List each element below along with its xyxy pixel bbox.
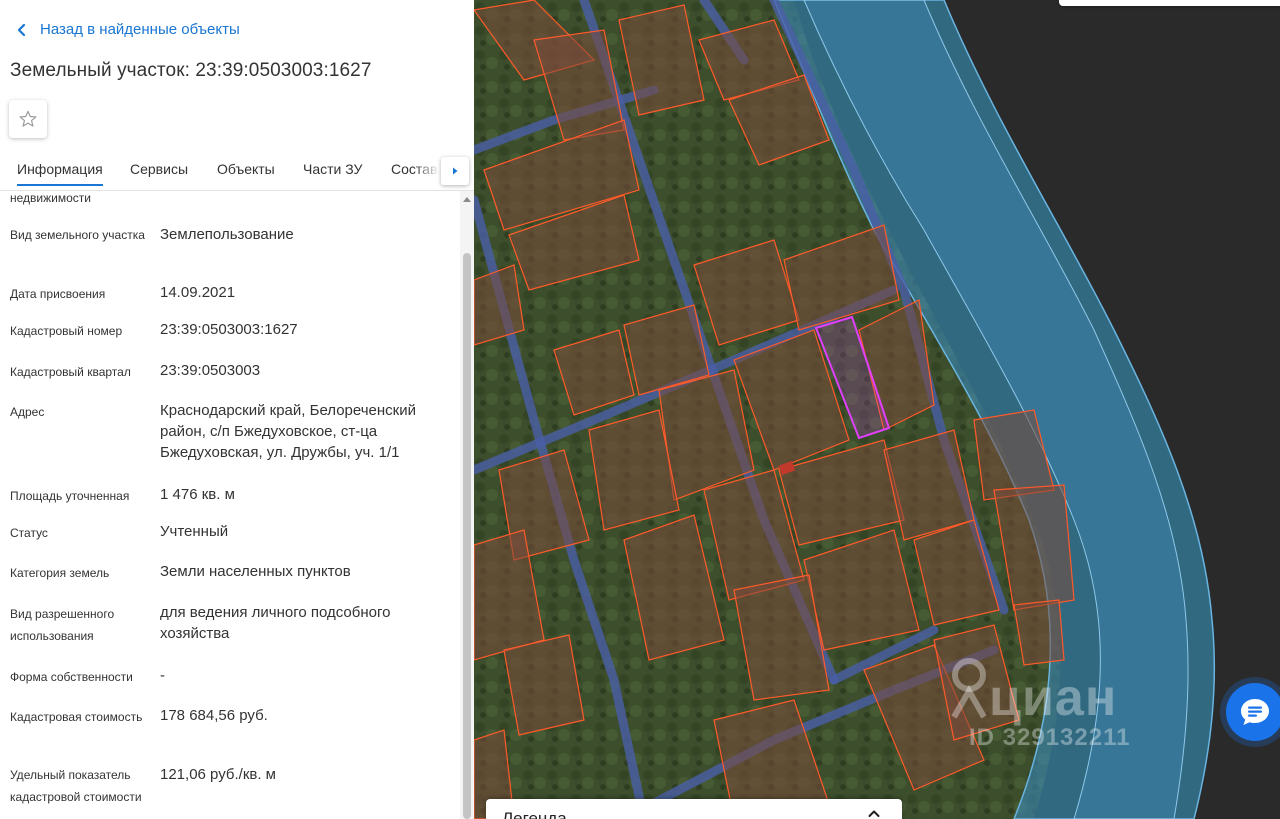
watermark-listing-id: ID 329132211 [969,724,1131,751]
property-value: - [160,667,165,684]
tab-bar: Информация Сервисы Объекты Части ЗУ Сост… [0,152,474,191]
cian-logo-icon [951,658,987,719]
caret-right-icon [453,167,458,175]
favorite-button[interactable] [9,100,47,138]
property-label: Вид земельного участка [10,228,145,242]
property-label: Статус [10,526,48,540]
map-search-bar-edge[interactable] [1059,0,1280,6]
properties-list: недвижимости Вид земельного участка Земл… [0,191,460,819]
legend-title: Легенда [502,809,567,819]
property-value: 14.09.2021 [160,284,236,301]
property-label: Кадастровый квартал [10,365,131,379]
property-label: Кадастровый номер [10,324,123,338]
properties-scrollbar[interactable] [460,191,474,819]
watermark-brand: циан [989,669,1118,727]
property-label: Дата присвоения [10,287,106,301]
property-value: Краснодарский край, Белореченский район,… [160,402,417,461]
map-legend-panel[interactable]: Легенда [486,799,902,819]
property-label: Адрес [10,405,45,419]
tab-overflow-fade [414,152,440,188]
info-panel: Назад в найденные объекты Земельный учас… [0,0,474,819]
property-value: 23:39:0503003 [160,362,261,379]
property-value: 121,06 руб./кв. м [160,766,276,783]
property-label: Форма собственности [10,670,133,684]
page-title: Земельный участок: 23:39:0503003:1627 [10,60,372,81]
back-link-label: Назад в найденные объекты [40,21,240,38]
property-value: Учтенный [160,523,229,540]
chat-bubble-icon [1241,699,1269,725]
star-outline-icon [19,110,37,127]
property-value: 1 476 кв. м [160,486,235,503]
property-value: 23:39:0503003:1627 [160,321,298,338]
satellite-map-layer [474,0,1280,819]
property-label: недвижимости [10,191,91,205]
property-value: 178 684,56 руб. [160,707,268,724]
property-label: Кадастровая стоимость [10,710,143,724]
tab-objects[interactable]: Объекты [217,161,275,177]
scrollbar-thumb[interactable] [463,253,471,819]
tabs-scroll-right-button[interactable] [441,157,469,185]
tab-information[interactable]: Информация [17,161,103,186]
back-to-results-link[interactable]: Назад в найденные объекты [14,21,240,38]
chat-button[interactable] [1226,683,1280,741]
property-label: Удельный показатель кадастровой стоимост… [10,768,142,804]
property-value: для ведения личного подсобного хозяйства [160,604,391,642]
property-label: Площадь уточненная [10,489,130,503]
chevron-left-icon [17,23,26,36]
property-label: Вид разрешенного использования [10,607,115,643]
scroll-up-arrow-icon[interactable] [463,197,471,202]
tab-services[interactable]: Сервисы [130,161,188,177]
property-label: Категория земель [10,566,110,580]
cadastral-map[interactable]: циан ID 329132211 Легенда [474,0,1280,819]
chevron-up-icon[interactable] [867,807,881,819]
property-value: Землепользование [160,226,294,243]
property-value: Земли населенных пунктов [160,563,351,580]
tab-parcel-parts[interactable]: Части ЗУ [303,161,362,177]
